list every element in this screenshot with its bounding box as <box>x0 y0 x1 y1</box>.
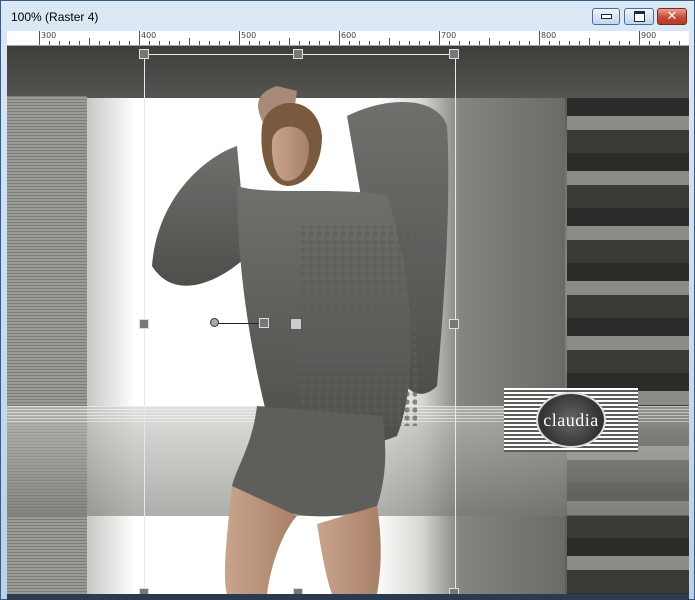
resize-handle[interactable] <box>139 49 149 59</box>
minimize-icon <box>600 14 612 19</box>
ruler-tick <box>399 41 400 45</box>
ruler-tick <box>559 41 560 45</box>
image-window: 100% (Raster 4) ✕ 300 400 500 600 700 80… <box>0 0 695 600</box>
maximize-icon <box>633 11 645 22</box>
close-icon: ✕ <box>666 9 678 24</box>
background-panel-right <box>567 98 689 594</box>
ruler-tick <box>389 38 390 45</box>
ruler-tick <box>139 31 140 45</box>
ruler-tick <box>439 31 440 45</box>
ruler-tick <box>209 41 210 45</box>
ruler-label: 900 <box>641 31 657 40</box>
ruler-tick <box>339 31 340 45</box>
ruler-tick <box>529 41 530 45</box>
minimize-button[interactable] <box>592 8 620 25</box>
ruler-tick <box>499 41 500 45</box>
pivot-point[interactable] <box>290 318 302 330</box>
ruler-tick <box>659 41 660 45</box>
ruler-tick <box>39 31 40 45</box>
ruler-tick <box>589 38 590 45</box>
ruler-tick <box>449 41 450 45</box>
ruler-tick <box>469 41 470 45</box>
ruler-tick <box>419 41 420 45</box>
resize-handle[interactable] <box>139 319 149 329</box>
ruler-tick <box>379 41 380 45</box>
ruler-tick <box>539 31 540 45</box>
ruler-label: 800 <box>541 31 557 40</box>
watermark-badge: claudia <box>536 392 606 448</box>
ruler-tick <box>669 41 670 45</box>
ruler-tick <box>289 38 290 45</box>
resize-handle[interactable] <box>449 49 459 59</box>
ruler-tick <box>579 41 580 45</box>
ruler-tick <box>99 41 100 45</box>
ruler-tick <box>259 41 260 45</box>
ruler-tick <box>519 41 520 45</box>
watermark: claudia <box>504 388 638 452</box>
window-bottom-edge <box>7 594 689 600</box>
image-canvas[interactable]: claudia <box>7 46 689 594</box>
ruler-label: 500 <box>241 31 257 40</box>
ruler-tick <box>509 41 510 45</box>
ruler-tick <box>279 41 280 45</box>
ruler-tick <box>179 41 180 45</box>
ruler-tick <box>359 41 360 45</box>
ruler-tick <box>79 41 80 45</box>
ruler-tick <box>149 41 150 45</box>
ruler-tick <box>649 41 650 45</box>
ruler-tick <box>429 41 430 45</box>
title-bar[interactable]: 100% (Raster 4) ✕ <box>1 1 694 31</box>
resize-handle[interactable] <box>449 319 459 329</box>
rotation-pivot-handle[interactable] <box>259 318 269 328</box>
ruler-tick <box>549 41 550 45</box>
ruler-tick <box>619 41 620 45</box>
ruler-label: 300 <box>41 31 57 40</box>
ruler-tick <box>269 41 270 45</box>
background-stripes <box>7 96 87 594</box>
window-title: 100% (Raster 4) <box>11 10 99 24</box>
ruler-tick <box>639 31 640 45</box>
ruler-tick <box>299 41 300 45</box>
ruler-tick <box>169 41 170 45</box>
ruler-label: 700 <box>441 31 457 40</box>
ruler-tick <box>229 41 230 45</box>
ruler-tick <box>189 38 190 45</box>
ruler-tick <box>89 38 90 45</box>
ruler-tick <box>369 41 370 45</box>
ruler-tick <box>569 41 570 45</box>
ruler-tick <box>69 41 70 45</box>
horizontal-ruler: 300 400 500 600 700 800 900 <box>7 31 689 46</box>
ruler-tick <box>489 38 490 45</box>
ruler-tick <box>409 41 410 45</box>
ruler-label: 600 <box>341 31 357 40</box>
ruler-tick <box>679 41 680 45</box>
ruler-tick <box>239 31 240 45</box>
ruler-tick <box>59 41 60 45</box>
ruler-tick <box>249 41 250 45</box>
ruler-tick <box>459 41 460 45</box>
ruler-tick <box>329 41 330 45</box>
ruler-tick <box>129 41 130 45</box>
ruler-tick <box>199 41 200 45</box>
ruler-tick <box>479 41 480 45</box>
ruler-tick <box>49 41 50 45</box>
ruler-tick <box>219 41 220 45</box>
ruler-tick <box>609 41 610 45</box>
resize-handle[interactable] <box>293 49 303 59</box>
rotation-handle[interactable] <box>210 318 219 327</box>
ruler-tick <box>109 41 110 45</box>
ruler-tick <box>159 41 160 45</box>
ruler-tick <box>349 41 350 45</box>
ruler-tick <box>119 41 120 45</box>
ruler-tick <box>629 41 630 45</box>
maximize-button[interactable] <box>624 8 654 25</box>
ruler-tick <box>599 41 600 45</box>
ruler-label: 400 <box>141 31 157 40</box>
close-button[interactable]: ✕ <box>657 8 687 25</box>
ruler-tick <box>309 41 310 45</box>
ruler-tick <box>319 41 320 45</box>
